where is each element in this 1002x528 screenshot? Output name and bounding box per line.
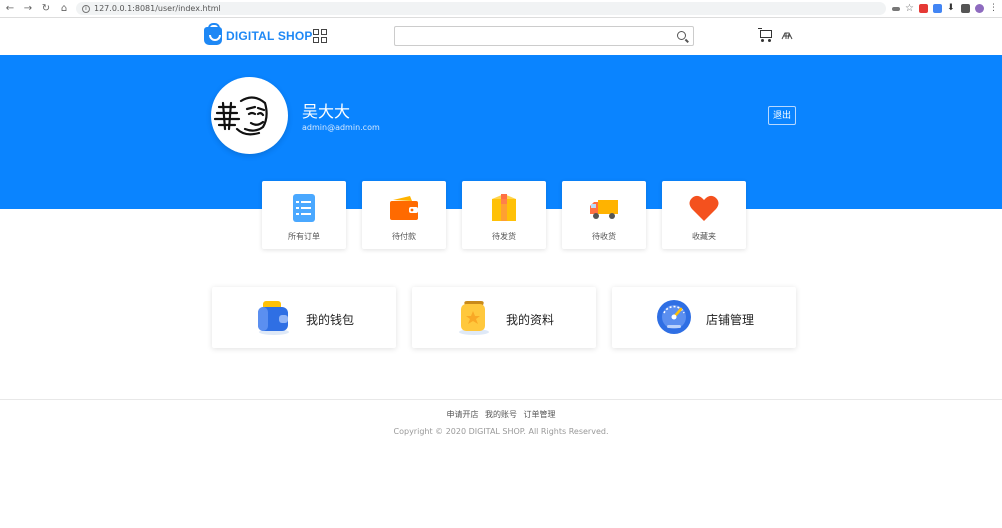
purse-icon xyxy=(255,299,293,337)
profile-icon[interactable] xyxy=(975,4,984,13)
feature-card-label: 我的资料 xyxy=(506,313,555,327)
footer-link-my-account[interactable]: 我的账号 xyxy=(485,410,517,419)
feature-card-store[interactable]: 店铺管理 xyxy=(612,287,796,348)
heart-icon xyxy=(688,192,720,224)
feature-card-label: 店铺管理 xyxy=(706,313,755,327)
search-icon[interactable] xyxy=(677,31,686,40)
extensions: ☆ ⬇ ⋮ xyxy=(892,4,998,14)
logout-button[interactable]: 退出 xyxy=(768,106,796,125)
footer-links: 申请开店 我的账号 订单管理 xyxy=(0,409,1002,420)
order-card-label: 待发货 xyxy=(492,232,516,241)
document-list-icon xyxy=(288,192,320,224)
site-header: DIGITAL SHOP xyxy=(0,18,1002,55)
address-bar[interactable]: i 127.0.0.1:8081/user/index.html xyxy=(76,2,886,15)
back-icon[interactable]: ← xyxy=(4,3,16,15)
profile-name: 吴大大 xyxy=(302,102,351,121)
order-card-label: 所有订单 xyxy=(288,232,320,241)
order-card-label: 待付款 xyxy=(392,232,416,241)
menu-icon[interactable]: ⋮ xyxy=(989,4,998,13)
feature-card-profile[interactable]: 我的资料 xyxy=(412,287,596,348)
profile-card-icon xyxy=(455,299,493,337)
reload-icon[interactable]: ↻ xyxy=(40,3,52,15)
copyright: Copyright © 2020 DIGITAL SHOP. All Right… xyxy=(393,427,609,436)
profile-email: admin@admin.com xyxy=(302,123,380,132)
order-card-to-ship[interactable]: 待发货 xyxy=(462,181,546,249)
dashboard-gauge-icon xyxy=(655,299,693,337)
order-card-all[interactable]: 所有订单 xyxy=(262,181,346,249)
puzzle-icon[interactable] xyxy=(961,4,970,13)
site-info-icon[interactable]: i xyxy=(82,4,90,13)
address-text: 127.0.0.1:8081/user/index.html xyxy=(94,4,221,13)
shopping-bag-icon xyxy=(204,23,222,45)
logo-text: DIGITAL SHOP xyxy=(226,29,313,43)
forward-icon[interactable]: → xyxy=(22,3,34,15)
search-box xyxy=(394,26,694,49)
user-avatar-small-icon[interactable] xyxy=(780,30,795,42)
order-card-to-receive[interactable]: 待收货 xyxy=(562,181,646,249)
footer-link-open-store[interactable]: 申请开店 xyxy=(446,410,478,419)
order-card-unpaid[interactable]: 待付款 xyxy=(362,181,446,249)
cart-icon[interactable] xyxy=(758,28,772,42)
translate-icon[interactable] xyxy=(933,4,942,13)
home-icon[interactable]: ⌂ xyxy=(58,3,70,15)
order-card-label: 收藏夹 xyxy=(692,232,716,241)
feature-card-wallet[interactable]: 我的钱包 xyxy=(212,287,396,348)
order-card-favorites[interactable]: 收藏夹 xyxy=(662,181,746,249)
footer-divider xyxy=(0,399,1002,400)
feature-card-label: 我的钱包 xyxy=(306,313,355,327)
key-icon[interactable] xyxy=(892,7,900,11)
order-card-label: 待收货 xyxy=(592,232,616,241)
search-input[interactable] xyxy=(395,30,665,49)
package-icon xyxy=(488,192,520,224)
browser-nav: ← → ↻ ⌂ xyxy=(4,3,70,15)
extension-red-icon[interactable] xyxy=(919,4,928,13)
star-icon[interactable]: ☆ xyxy=(905,4,914,14)
footer-link-order-management[interactable]: 订单管理 xyxy=(524,410,556,419)
site-logo[interactable]: DIGITAL SHOP xyxy=(204,23,313,45)
avatar[interactable] xyxy=(211,77,288,154)
download-icon[interactable]: ⬇ xyxy=(947,4,956,13)
wallet-icon xyxy=(388,192,420,224)
browser-toolbar: ← → ↻ ⌂ i 127.0.0.1:8081/user/index.html… xyxy=(0,0,1002,18)
category-grid-icon[interactable] xyxy=(313,29,327,43)
truck-icon xyxy=(588,192,620,224)
